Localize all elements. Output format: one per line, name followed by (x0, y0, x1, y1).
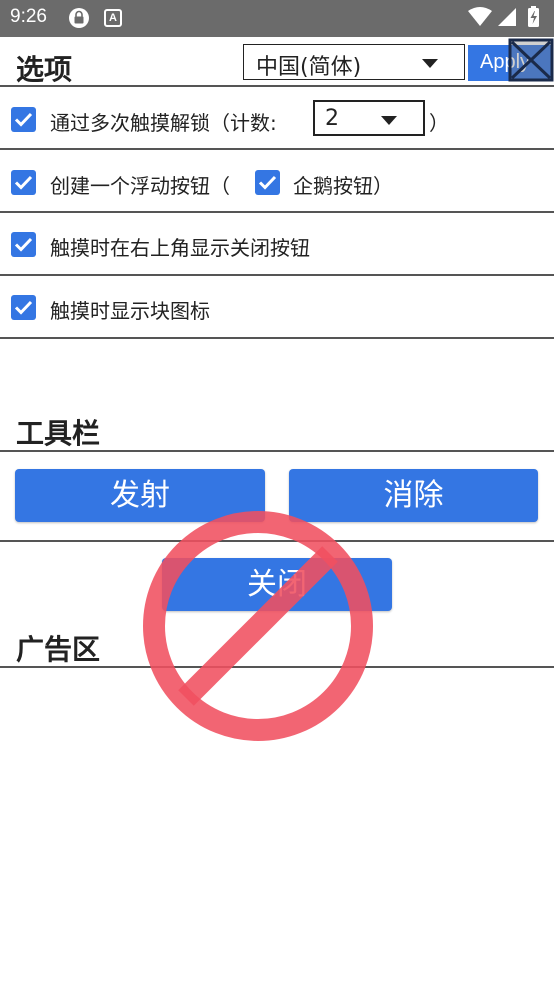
divider (0, 337, 554, 339)
lock-icon (69, 8, 89, 28)
divider (0, 274, 554, 276)
status-bar: 9:26 A (0, 0, 554, 37)
status-icons (468, 6, 539, 27)
chevron-down-icon (422, 59, 438, 68)
divider (0, 450, 554, 452)
show-block-icon-label: 触摸时显示块图标 (50, 299, 210, 323)
divider (0, 85, 554, 87)
status-time: 9:26 (10, 6, 47, 27)
count-select[interactable]: 2 (313, 100, 425, 136)
check-icon (14, 300, 33, 315)
chevron-down-icon (381, 116, 397, 125)
close-button[interactable]: 关闭 (162, 558, 392, 611)
signal-icon (498, 8, 516, 26)
clear-button[interactable]: 消除 (289, 469, 538, 522)
close-top-right-checkbox[interactable] (11, 232, 36, 257)
close-top-right-label: 触摸时在右上角显示关闭按钮 (50, 236, 310, 260)
wifi-icon (468, 7, 492, 26)
check-icon (14, 237, 33, 252)
language-select[interactable]: 中国(简体) (243, 44, 465, 80)
check-icon (14, 112, 33, 127)
divider (0, 211, 554, 213)
launch-button[interactable]: 发射 (15, 469, 265, 522)
battery-icon (528, 6, 539, 27)
options-title: 选项 (16, 53, 73, 86)
divider (0, 666, 554, 668)
penguin-button-label: 企鹅按钮） (293, 174, 393, 198)
unlock-checkbox[interactable] (11, 107, 36, 132)
unlock-close-paren: ） (429, 111, 449, 135)
unlock-label: 通过多次触摸解锁（计数: (50, 111, 277, 135)
close-icon[interactable] (508, 38, 554, 82)
float-button-label: 创建一个浮动按钮（ (50, 174, 230, 198)
toolbar-title: 工具栏 (16, 417, 101, 450)
count-value: 2 (325, 106, 339, 131)
penguin-button-checkbox[interactable] (255, 170, 280, 195)
prohibited-icon (143, 511, 373, 741)
check-icon (14, 175, 33, 190)
divider (0, 148, 554, 150)
check-icon (258, 175, 277, 190)
language-value: 中国(简体) (256, 55, 362, 80)
show-block-icon-checkbox[interactable] (11, 295, 36, 320)
ad-area-title: 广告区 (16, 633, 101, 666)
divider (0, 540, 554, 542)
float-button-checkbox[interactable] (11, 170, 36, 195)
font-app-icon: A (104, 9, 122, 27)
